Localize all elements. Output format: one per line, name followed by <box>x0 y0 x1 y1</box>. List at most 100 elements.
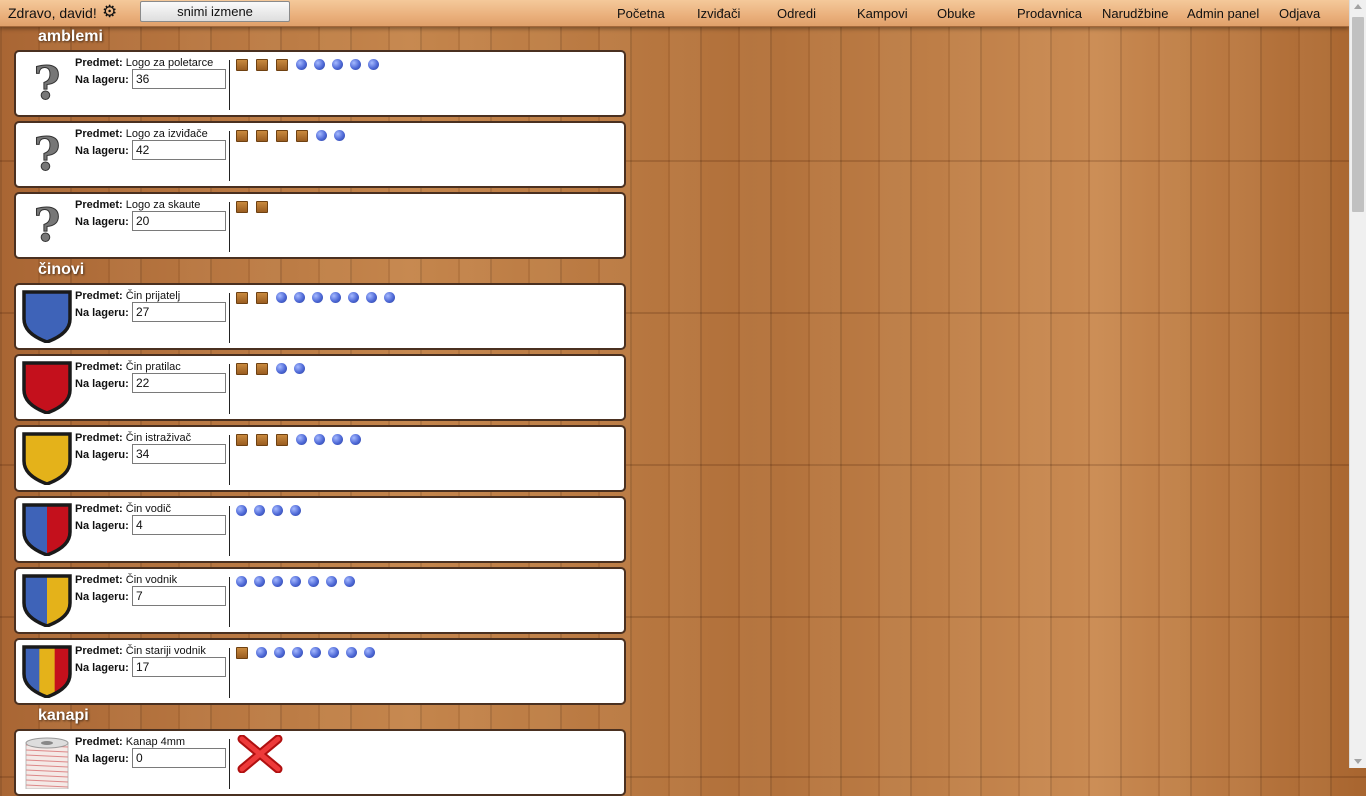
stock-label: Na lageru: <box>75 449 129 461</box>
stock-input[interactable] <box>132 748 226 768</box>
blue-dot-icon <box>236 505 247 516</box>
box-icon <box>276 434 288 446</box>
blue-dot-icon <box>316 130 327 141</box>
item-label: Predmet: <box>75 432 123 444</box>
box-icon <box>236 363 248 375</box>
shield-icon <box>22 503 72 556</box>
stock-label: Na lageru: <box>75 591 129 603</box>
item-name-line: Predmet: Kanap 4mm <box>75 736 185 748</box>
item-name-line: Predmet: Čin prijatelj <box>75 290 180 302</box>
item-label: Predmet: <box>75 645 123 657</box>
blue-dot-icon <box>350 59 361 70</box>
blue-dot-icon <box>276 363 287 374</box>
stock-indicators <box>236 505 308 517</box>
box-icon <box>236 434 248 446</box>
box-icon <box>276 59 288 71</box>
stock-input[interactable] <box>132 140 226 160</box>
divider <box>229 202 230 252</box>
nav-kampovi[interactable]: Kampovi <box>857 6 908 21</box>
question-mark-icon: ? <box>33 127 61 181</box>
blue-dot-icon <box>272 505 283 516</box>
item-card: Predmet: Čin pratilac Na lageru: <box>14 354 626 421</box>
stock-label: Na lageru: <box>75 520 129 532</box>
divider <box>229 648 230 698</box>
scroll-down-arrow-icon[interactable] <box>1354 759 1362 764</box>
vertical-scrollbar[interactable] <box>1349 0 1366 768</box>
nav-izvidjaci[interactable]: Izviđači <box>697 6 740 21</box>
blue-dot-icon <box>236 576 247 587</box>
item-name: Čin pratilac <box>125 361 181 373</box>
stock-input[interactable] <box>132 515 226 535</box>
stock-input[interactable] <box>132 373 226 393</box>
nav-odjava[interactable]: Odjava <box>1279 6 1320 21</box>
stock-indicators <box>236 201 276 213</box>
stock-indicators <box>236 292 402 304</box>
blue-dot-icon <box>344 576 355 587</box>
item-card: Predmet: Čin prijatelj Na lageru: <box>14 283 626 350</box>
shield-icon <box>22 290 72 343</box>
nav-obuke[interactable]: Obuke <box>937 6 975 21</box>
stock-input[interactable] <box>132 586 226 606</box>
blue-dot-icon <box>368 59 379 70</box>
item-card: Predmet: Čin vodnik Na lageru: <box>14 567 626 634</box>
blue-dot-icon <box>312 292 323 303</box>
blue-dot-icon <box>294 363 305 374</box>
blue-dot-icon <box>348 292 359 303</box>
blue-dot-icon <box>254 576 265 587</box>
item-card: Predmet: Čin vodič Na lageru: <box>14 496 626 563</box>
blue-dot-icon <box>332 59 343 70</box>
item-label: Predmet: <box>75 574 123 586</box>
shield-icon <box>22 645 72 698</box>
item-name: Logo za poletarce <box>125 57 214 69</box>
blue-dot-icon <box>296 434 307 445</box>
item-card: ? Predmet: Logo za skaute Na lageru: <box>14 192 626 259</box>
box-icon <box>256 59 268 71</box>
scroll-thumb[interactable] <box>1352 17 1364 212</box>
stock-input[interactable] <box>132 302 226 322</box>
stock-label: Na lageru: <box>75 662 129 674</box>
scroll-up-arrow-icon[interactable] <box>1354 4 1362 9</box>
item-label: Predmet: <box>75 736 123 748</box>
item-label: Predmet: <box>75 128 123 140</box>
svg-text:?: ? <box>34 198 61 252</box>
gear-icon[interactable]: ⚙ <box>102 3 118 20</box>
stock-label: Na lageru: <box>75 216 129 228</box>
item-name: Čin stariji vodnik <box>125 645 206 657</box>
stock-input[interactable] <box>132 657 226 677</box>
blue-dot-icon <box>346 647 357 658</box>
item-name-line: Predmet: Logo za skaute <box>75 199 200 211</box>
box-icon <box>296 130 308 142</box>
divider <box>229 131 230 181</box>
stock-input[interactable] <box>132 69 226 89</box>
blue-dot-icon <box>274 647 285 658</box>
nav-odredi[interactable]: Odredi <box>777 6 816 21</box>
item-name-line: Predmet: Čin istraživač <box>75 432 191 444</box>
box-icon <box>236 201 248 213</box>
divider <box>229 60 230 110</box>
stock-label: Na lageru: <box>75 753 129 765</box>
nav-narudzbine[interactable]: Narudžbine <box>1102 6 1169 21</box>
blue-dot-icon <box>314 434 325 445</box>
stock-label: Na lageru: <box>75 74 129 86</box>
item-name: Čin prijatelj <box>125 290 181 302</box>
nav-pocetna[interactable]: Početna <box>617 6 665 21</box>
nav-admin-panel[interactable]: Admin panel <box>1187 6 1259 21</box>
stock-indicators <box>236 130 352 142</box>
blue-dot-icon <box>314 59 325 70</box>
blue-dot-icon <box>326 576 337 587</box>
item-name-line: Predmet: Logo za izviđače <box>75 128 208 140</box>
box-icon <box>236 59 248 71</box>
save-changes-button[interactable]: snimi izmene <box>140 1 290 22</box>
stock-input[interactable] <box>132 444 226 464</box>
item-label: Predmet: <box>75 361 123 373</box>
item-name-line: Predmet: Čin vodič <box>75 503 171 515</box>
nav-prodavnica[interactable]: Prodavnica <box>1017 6 1082 21</box>
stock-label: Na lageru: <box>75 378 129 390</box>
svg-text:?: ? <box>34 56 61 110</box>
blue-dot-icon <box>272 576 283 587</box>
item-label: Predmet: <box>75 290 123 302</box>
box-icon <box>276 130 288 142</box>
stock-input[interactable] <box>132 211 226 231</box>
blue-dot-icon <box>292 647 303 658</box>
divider <box>229 293 230 343</box>
